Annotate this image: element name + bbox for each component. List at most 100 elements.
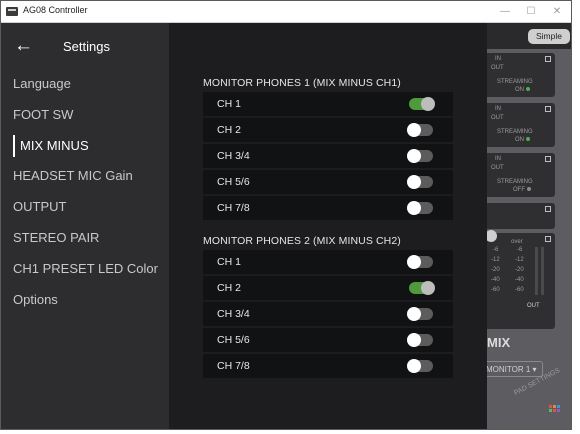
menu-item-stereo-pair[interactable]: STEREO PAIR — [13, 230, 99, 245]
channel-label: CH 2 — [217, 124, 241, 136]
streaming-label: STREAMING — [497, 129, 533, 135]
mix-minus-settings: MONITOR PHONES 1 (MIX MINUS CH1) CH 1 CH… — [169, 23, 487, 429]
in-label: IN — [495, 106, 501, 112]
channel-row: CH 7/8 — [203, 354, 453, 378]
menu-item-mix-minus[interactable]: MIX MINUS — [20, 138, 89, 153]
streaming-panel-2: IN OUT STREAMING ON — [487, 103, 555, 147]
status-dot-icon — [526, 137, 530, 142]
app-window: AG08 Controller — ☐ ✕ Simple IN OUT STRE… — [0, 0, 572, 430]
channel-toggle[interactable] — [407, 359, 433, 373]
settings-title: Settings — [63, 39, 110, 54]
menu-item-headset-mic-gain[interactable]: HEADSET MIC Gain — [13, 168, 133, 183]
streaming-state-3: OFF — [513, 187, 531, 193]
menu-item-options[interactable]: Options — [13, 292, 58, 307]
menu-item-language[interactable]: Language — [13, 76, 71, 91]
channel-label: CH 7/8 — [217, 360, 250, 372]
mix-label: MIX — [487, 335, 511, 350]
app-icon — [6, 7, 18, 16]
streaming-state-2: ON — [515, 137, 530, 143]
simple-button[interactable]: Simple — [528, 29, 570, 44]
meter-tick: -60 — [515, 287, 524, 293]
minimize-button[interactable]: — — [493, 3, 517, 20]
external-link-icon[interactable] — [545, 236, 551, 242]
over-label: over — [511, 239, 523, 245]
channel-row: CH 1 — [203, 92, 453, 116]
channel-row: CH 2 — [203, 276, 453, 300]
monitor-select[interactable]: MONITOR 1 ▾ — [487, 361, 543, 377]
channel-row: CH 3/4 — [203, 144, 453, 168]
out-label: OUT — [491, 65, 504, 71]
external-link-icon[interactable] — [545, 156, 551, 162]
channel-label: CH 3/4 — [217, 308, 250, 320]
meter-tick: -40 — [515, 277, 524, 283]
channel-row: CH 5/6 — [203, 328, 453, 352]
meter-tick: -40 — [491, 277, 500, 283]
streaming-state-1: ON — [515, 87, 530, 93]
channel-row: CH 5/6 — [203, 170, 453, 194]
channel-row: CH 7/8 — [203, 196, 453, 220]
meter-panel: over -6 -12 -20 -40 -60 -6 -12 -20 -40 -… — [487, 230, 555, 329]
channel-label: CH 2 — [217, 282, 241, 294]
meter-tick: -12 — [491, 257, 500, 263]
level-meter — [535, 247, 538, 295]
menu-item-foot-sw[interactable]: FOOT SW — [13, 107, 73, 122]
channel-toggle[interactable] — [407, 307, 433, 321]
pad-grid-icon[interactable] — [549, 405, 563, 415]
channel-label: CH 1 — [217, 98, 241, 110]
streaming-panel-3: IN OUT STREAMING OFF — [487, 153, 555, 197]
menu-item-output[interactable]: OUTPUT — [13, 199, 66, 214]
back-arrow-icon[interactable]: ← — [14, 36, 33, 55]
streaming-label: STREAMING — [497, 179, 533, 185]
channel-row: CH 1 — [203, 250, 453, 274]
knob-icon[interactable] — [487, 230, 497, 242]
channel-toggle[interactable] — [407, 201, 433, 215]
channel-toggle[interactable] — [409, 97, 435, 111]
channel-toggle[interactable] — [407, 255, 433, 269]
chevron-down-icon: ▾ — [532, 365, 537, 374]
in-label: IN — [495, 156, 501, 162]
content-area: Simple IN OUT STREAMING ON IN OUT STREAM… — [1, 23, 571, 429]
status-dot-icon — [527, 187, 531, 192]
channel-toggle[interactable] — [407, 333, 433, 347]
section-title-monitor-phones-1: MONITOR PHONES 1 (MIX MINUS CH1) — [203, 77, 401, 89]
status-dot-icon — [526, 87, 530, 92]
settings-sidebar: ← Settings Language FOOT SW MIX MINUS HE… — [1, 23, 169, 429]
channel-row: CH 3/4 — [203, 302, 453, 326]
out-label: OUT — [527, 303, 540, 309]
in-label: IN — [495, 56, 501, 62]
channel-label: CH 1 — [217, 256, 241, 268]
channel-toggle[interactable] — [407, 149, 433, 163]
background-toolbar: Simple — [487, 23, 571, 49]
close-button[interactable]: ✕ — [545, 3, 569, 20]
channel-label: CH 5/6 — [217, 176, 250, 188]
channel-toggle[interactable] — [407, 123, 433, 137]
channel-toggle[interactable] — [407, 175, 433, 189]
out-label: OUT — [491, 115, 504, 121]
level-meter — [541, 247, 544, 295]
external-link-icon[interactable] — [545, 206, 551, 212]
background-mixer-panel: Simple IN OUT STREAMING ON IN OUT STREAM… — [487, 23, 571, 429]
meter-tick: -6 — [493, 247, 499, 253]
meter-tick: -60 — [491, 287, 500, 293]
channel-label: CH 7/8 — [217, 202, 250, 214]
channel-label: CH 3/4 — [217, 150, 250, 162]
menu-item-ch1-preset-led-color[interactable]: CH1 PRESET LED Color — [13, 261, 158, 276]
channel-panel — [487, 203, 555, 229]
meter-tick: -20 — [515, 267, 524, 273]
out-label: OUT — [491, 165, 504, 171]
channel-toggle[interactable] — [409, 281, 435, 295]
channel-row: CH 2 — [203, 118, 453, 142]
active-indicator — [13, 135, 15, 157]
meter-tick: -20 — [491, 267, 500, 273]
meter-tick: -6 — [517, 247, 523, 253]
external-link-icon[interactable] — [545, 56, 551, 62]
channel-label: CH 5/6 — [217, 334, 250, 346]
window-title: AG08 Controller — [23, 5, 88, 15]
section-title-monitor-phones-2: MONITOR PHONES 2 (MIX MINUS CH2) — [203, 235, 401, 247]
meter-tick: -12 — [515, 257, 524, 263]
external-link-icon[interactable] — [545, 106, 551, 112]
streaming-label: STREAMING — [497, 79, 533, 85]
maximize-button[interactable]: ☐ — [519, 3, 543, 20]
streaming-panel-1: IN OUT STREAMING ON — [487, 53, 555, 97]
title-bar: AG08 Controller — ☐ ✕ — [1, 1, 571, 23]
